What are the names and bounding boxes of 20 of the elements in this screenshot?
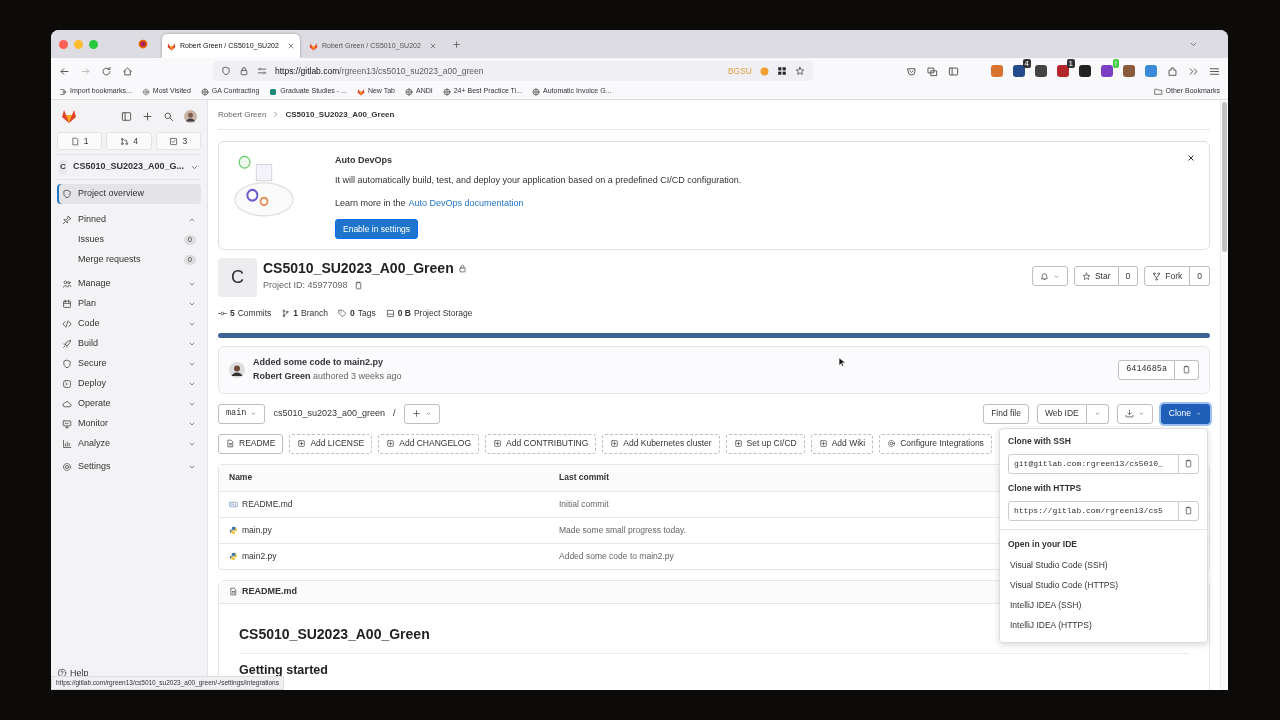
extension-badge: ! (1112, 59, 1119, 68)
column-header: Name (228, 471, 254, 485)
project-avatar: C (59, 160, 67, 174)
extension-badge: 4 (1022, 59, 1031, 68)
banner-title: Auto DevOps (335, 154, 393, 167)
url-text: https://gitlab.com/rgreen13/cs5010_su2023_a00_green (275, 64, 484, 78)
path-separator: / (393, 407, 396, 420)
project-title: CS5010_SU2023_A00_Green (263, 259, 454, 278)
readme-filename: README.md (242, 585, 297, 598)
menu-section-label: Clone with SSH (1007, 435, 1072, 448)
extension-badge: 1 (1066, 59, 1075, 68)
column-header: Last commit (558, 471, 611, 485)
project-id: Project ID: 45977098 (263, 279, 348, 292)
menu-section-label: Clone with HTTPS (1007, 481, 1083, 495)
readme-subheading: Getting started (239, 661, 329, 679)
menu-section-label: Open in your IDE (1007, 537, 1078, 551)
project-avatar: C (218, 258, 257, 297)
banner-text: Learn more in the (335, 197, 406, 210)
banner-text: It will automatically build, test, and deploy your application based on a predefined CI/CD configuration. (335, 173, 742, 187)
commit-meta: authored 3 weeks ago (312, 370, 402, 381)
